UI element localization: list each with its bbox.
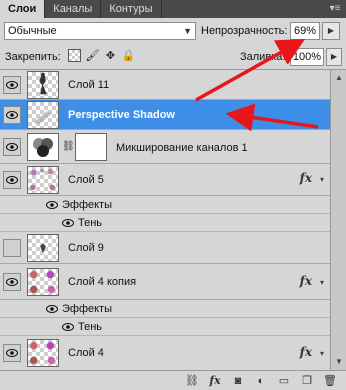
new-layer-icon[interactable]: ❐ — [299, 374, 315, 388]
layer-row[interactable]: Слой 4 копия fx ▾ — [0, 264, 330, 300]
blend-mode-select[interactable]: Обычные ▼ — [4, 22, 196, 40]
layer-row[interactable]: Слой 5 fx ▾ — [0, 164, 330, 196]
panel-tabbar: Слои Каналы Контуры ▾≡ — [0, 0, 346, 18]
blend-mode-value: Обычные — [8, 25, 57, 37]
add-mask-icon[interactable]: ◙ — [230, 374, 246, 388]
effect-label: Тень — [78, 217, 103, 229]
blend-opacity-row: Обычные ▼ Непрозрачность: 69% ▶ — [0, 18, 346, 44]
adjustment-layer-icon[interactable]: ◐ — [253, 374, 269, 388]
new-group-icon[interactable]: ▭ — [276, 374, 292, 388]
layers-scrollbar[interactable]: ▲ ▼ — [330, 70, 346, 370]
panel-menu-icon[interactable]: ▾≡ — [324, 0, 346, 18]
trash-icon[interactable]: 🗑 — [322, 374, 338, 388]
effect-row[interactable]: Тень — [0, 318, 330, 336]
layer-thumbnail — [27, 268, 59, 296]
lock-label: Закрепить: — [5, 51, 61, 63]
layers-bottom-toolbar: ⛓ fx ◙ ◐ ▭ ❐ 🗑 — [0, 370, 346, 390]
opacity-input[interactable]: 69% — [290, 22, 320, 40]
layer-effects-icon[interactable]: fx — [300, 274, 312, 288]
expand-effects-icon[interactable]: ▾ — [320, 278, 324, 287]
effects-row[interactable]: Эффекты — [0, 300, 330, 318]
lock-transparency-icon[interactable] — [68, 49, 81, 62]
visibility-eye-icon[interactable] — [3, 138, 21, 156]
link-layers-icon[interactable]: ⛓ — [184, 374, 200, 388]
layer-name: Perspective Shadow — [68, 109, 175, 121]
visibility-eye-icon[interactable] — [3, 171, 21, 189]
layer-row[interactable]: Слой 9 — [0, 232, 330, 264]
layer-row[interactable]: Слой 11 — [0, 70, 330, 100]
lock-fill-row: Закрепить: 🖌 ✥ 🔒 Заливка: 100% ▶ — [0, 44, 346, 70]
layer-row[interactable]: Слой 4 fx ▾ — [0, 336, 330, 370]
layer-thumbnail — [27, 71, 59, 99]
opacity-label: Непрозрачность: — [201, 25, 288, 37]
effects-row[interactable]: Эффекты — [0, 196, 330, 214]
tab-layers[interactable]: Слои — [0, 0, 46, 18]
layer-thumbnail — [27, 234, 59, 262]
expand-effects-icon[interactable]: ▾ — [320, 175, 324, 184]
effect-row[interactable]: Тень — [0, 214, 330, 232]
fill-slider-arrow-icon[interactable]: ▶ — [326, 48, 342, 66]
layer-row[interactable]: ⛓ Микширование каналов 1 — [0, 130, 330, 164]
effect-label: Тень — [78, 321, 103, 333]
layer-name: Слой 5 — [68, 174, 104, 186]
lock-all-icon[interactable]: 🔒 — [122, 49, 136, 62]
add-style-icon[interactable]: fx — [207, 374, 223, 388]
layer-mask-thumbnail[interactable] — [75, 133, 107, 161]
visibility-eye-icon[interactable] — [3, 344, 21, 362]
effects-label: Эффекты — [62, 303, 113, 315]
layer-row-selected[interactable]: Perspective Shadow — [0, 100, 330, 130]
layer-name: Слой 4 — [68, 347, 104, 359]
channel-mixer-icon — [27, 133, 59, 161]
layer-effects-icon[interactable]: fx — [300, 171, 312, 185]
scroll-up-icon[interactable]: ▲ — [333, 72, 345, 84]
layer-thumbnail — [27, 339, 59, 367]
scroll-down-icon[interactable]: ▼ — [333, 356, 345, 368]
layer-name: Слой 9 — [68, 242, 104, 254]
tab-paths[interactable]: Контуры — [101, 0, 162, 18]
lock-move-icon[interactable]: ✥ — [104, 49, 117, 62]
visibility-eye-icon[interactable] — [3, 76, 21, 94]
layer-name: Слой 11 — [68, 79, 110, 91]
lock-icons: 🖌 ✥ 🔒 — [68, 49, 135, 62]
visibility-eye-icon[interactable] — [3, 273, 21, 291]
chevron-down-icon: ▼ — [183, 26, 192, 36]
expand-effects-icon[interactable]: ▾ — [320, 349, 324, 358]
fill-label: Заливка: — [240, 51, 286, 63]
effect-eye-icon[interactable] — [62, 218, 74, 228]
layer-name: Микширование каналов 1 — [116, 142, 248, 154]
lock-brush-icon[interactable]: 🖌 — [86, 49, 100, 62]
layer-effects-icon[interactable]: fx — [300, 345, 312, 359]
tab-channels[interactable]: Каналы — [45, 0, 102, 18]
effects-eye-icon[interactable] — [46, 304, 58, 314]
visibility-eye-icon[interactable] — [3, 106, 21, 124]
effects-label: Эффекты — [62, 199, 113, 211]
effect-eye-icon[interactable] — [62, 322, 74, 332]
layer-thumbnail — [27, 166, 59, 194]
visibility-toggle-empty[interactable] — [3, 239, 21, 257]
opacity-slider-arrow-icon[interactable]: ▶ — [322, 22, 340, 40]
layer-name: Слой 4 копия — [68, 276, 137, 288]
effects-eye-icon[interactable] — [46, 200, 58, 210]
layer-thumbnail — [27, 101, 59, 129]
layers-list: Слой 11 Perspective Shadow ⛓ Микшировани… — [0, 70, 330, 370]
fill-input[interactable]: 100% — [290, 48, 324, 66]
link-chain-icon[interactable]: ⛓ — [62, 141, 75, 152]
